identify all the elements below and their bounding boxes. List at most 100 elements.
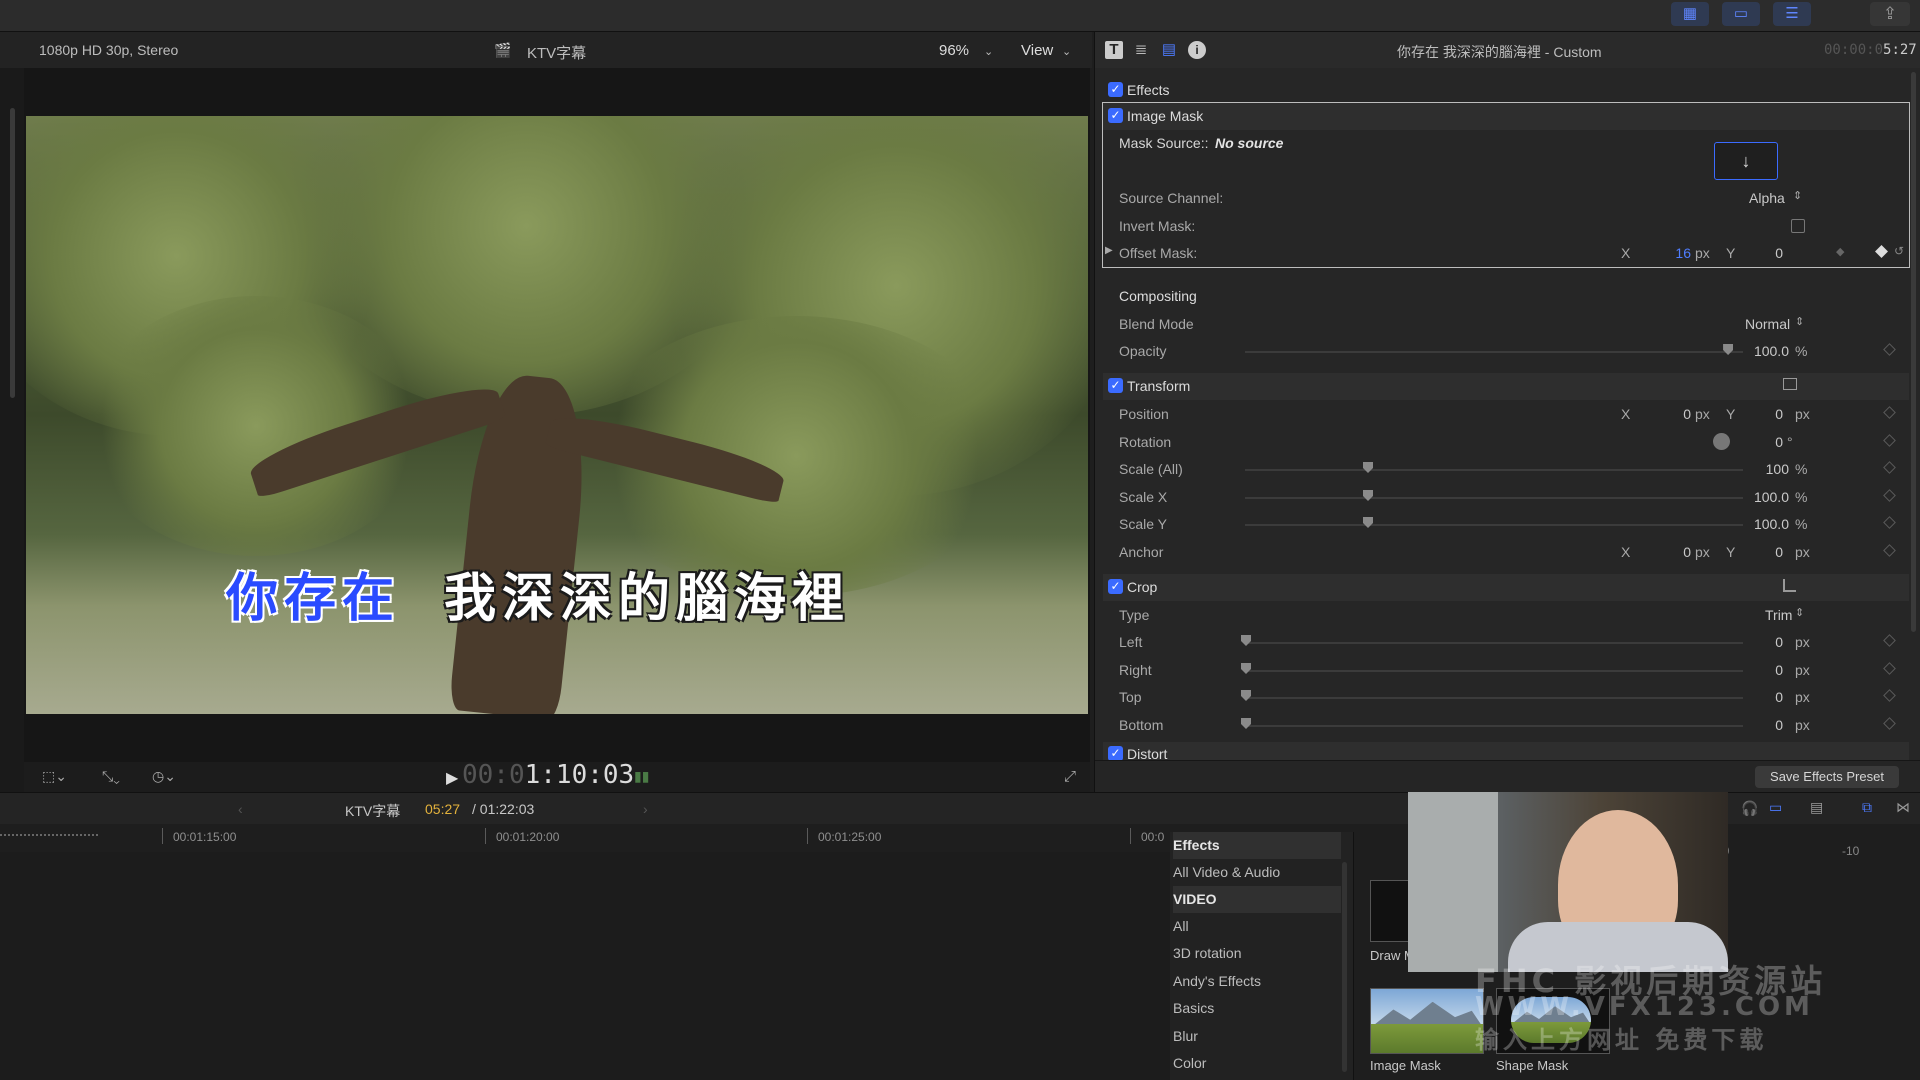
keyframe-icon[interactable] — [1883, 489, 1896, 502]
speed-icon[interactable]: ◷⌄ — [152, 768, 176, 785]
distort-checkbox[interactable]: ✓ — [1108, 746, 1123, 760]
browser-layout-icon[interactable]: ▦ — [1671, 2, 1709, 26]
crop-bottom-value[interactable]: 0 — [1753, 717, 1783, 733]
inspector-scrollbar[interactable] — [1911, 72, 1916, 632]
position-y-field[interactable]: 0 — [1753, 406, 1783, 422]
crop-right-knob[interactable] — [1241, 663, 1251, 674]
popup-stepper-icon[interactable]: ⇕ — [1795, 315, 1804, 328]
crop-onscreen-icon[interactable] — [1783, 579, 1796, 592]
text-tab-icon[interactable]: T — [1105, 41, 1123, 59]
effects-browser-icon[interactable]: ⧉ — [1862, 799, 1872, 816]
transitions-icon[interactable]: ⋈ — [1896, 799, 1910, 816]
clip-appearance-icon[interactable]: ▭ — [1769, 799, 1782, 816]
disclosure-triangle-icon[interactable]: ▶ — [1105, 245, 1113, 256]
scale-all-slider[interactable] — [1245, 469, 1743, 471]
anchor-y-field[interactable]: 0 — [1753, 544, 1783, 560]
video-frame[interactable]: 你存在 我深深的腦海裡 — [26, 116, 1088, 714]
scale-x-value[interactable]: 100.0 — [1743, 489, 1789, 505]
timeline-ruler[interactable]: 00:01:15:00 00:01:20:00 00:01:25:00 00:0 — [0, 824, 1170, 852]
keyframe-icon[interactable] — [1875, 245, 1888, 258]
image-mask-checkbox[interactable]: ✓ — [1108, 108, 1123, 123]
forward-arrow-icon[interactable]: › — [643, 801, 648, 817]
crop-right-value[interactable]: 0 — [1753, 662, 1783, 678]
transform-checkbox[interactable]: ✓ — [1108, 378, 1123, 393]
category-all-video-audio[interactable]: All Video & Audio — [1173, 859, 1341, 886]
category-all[interactable]: All — [1173, 913, 1341, 940]
scale-x-knob[interactable] — [1363, 490, 1373, 501]
crop-left-value[interactable]: 0 — [1753, 634, 1783, 650]
category-basics[interactable]: Basics — [1173, 995, 1341, 1022]
fullscreen-icon[interactable]: ⤢ — [1064, 768, 1076, 785]
scale-x-slider[interactable] — [1245, 497, 1743, 499]
save-effects-preset-button[interactable]: Save Effects Preset — [1755, 766, 1899, 788]
scale-y-knob[interactable] — [1363, 517, 1373, 528]
timeline-layout-icon[interactable]: ▭ — [1722, 2, 1760, 26]
crop-checkbox[interactable]: ✓ — [1108, 579, 1123, 594]
category-andys-effects[interactable]: Andy's Effects — [1173, 968, 1341, 995]
scale-y-slider[interactable] — [1245, 524, 1743, 526]
effect-thumb-image-mask[interactable] — [1370, 988, 1484, 1054]
rotation-dial-icon[interactable] — [1713, 433, 1730, 450]
scale-all-value[interactable]: 100 — [1743, 461, 1789, 477]
back-arrow-icon[interactable]: ‹ — [238, 801, 243, 817]
crop-bottom-slider[interactable] — [1245, 725, 1743, 727]
category-effects[interactable]: Effects — [1173, 832, 1341, 859]
crop-left-knob[interactable] — [1241, 635, 1251, 646]
keyframe-icon[interactable] — [1883, 343, 1896, 356]
keyframe-icon[interactable] — [1883, 717, 1896, 730]
crop-right-slider[interactable] — [1245, 670, 1743, 672]
chevron-down-icon[interactable]: ⌄ — [1062, 45, 1071, 58]
effect-thumb-draw-mask[interactable] — [1370, 880, 1410, 942]
category-scrollbar[interactable] — [1342, 862, 1347, 1072]
crop-type-popup[interactable]: Trim — [1765, 607, 1792, 623]
opacity-value[interactable]: 100.0 — [1743, 343, 1789, 359]
opacity-slider[interactable] — [1245, 351, 1743, 353]
keyframe-icon[interactable] — [1883, 406, 1896, 419]
effects-checkbox[interactable]: ✓ — [1108, 82, 1123, 97]
play-icon[interactable]: ▶ — [446, 768, 458, 788]
mask-source-well[interactable]: ↓ — [1714, 142, 1778, 180]
anchor-x-field[interactable]: 0 — [1659, 544, 1691, 560]
reset-icon[interactable]: ↺ — [1894, 244, 1904, 258]
category-blur[interactable]: Blur — [1173, 1023, 1341, 1050]
offset-y-field[interactable]: 0 — [1753, 245, 1783, 261]
scale-all-knob[interactable] — [1363, 462, 1373, 473]
category-3d-rotation[interactable]: 3D rotation — [1173, 940, 1341, 967]
share-icon[interactable]: ⇪ — [1870, 2, 1910, 26]
keyframe-icon[interactable] — [1883, 434, 1896, 447]
keyframe-icon[interactable] — [1883, 544, 1896, 557]
keyframe-icon[interactable] — [1883, 689, 1896, 702]
timeline-index-icon[interactable]: ▤ — [1810, 799, 1823, 816]
offset-x-field[interactable]: 16 — [1659, 245, 1691, 261]
invert-mask-checkbox[interactable] — [1791, 219, 1805, 233]
crop-top-knob[interactable] — [1241, 690, 1251, 701]
crop-top-slider[interactable] — [1245, 697, 1743, 699]
keyframe-icon[interactable] — [1883, 662, 1896, 675]
source-channel-popup[interactable]: Alpha — [1749, 190, 1785, 206]
inspector-layout-icon[interactable]: ☰ — [1773, 2, 1811, 26]
keyframe-nav-icon[interactable]: ◆ — [1836, 245, 1844, 258]
video-tab-icon[interactable]: ▤ — [1160, 41, 1178, 59]
popup-stepper-icon[interactable]: ⇕ — [1795, 606, 1804, 619]
scrollbar[interactable] — [10, 108, 15, 398]
category-video[interactable]: VIDEO — [1173, 886, 1341, 913]
position-x-field[interactable]: 0 — [1659, 406, 1691, 422]
keyframe-icon[interactable] — [1883, 634, 1896, 647]
transform-onscreen-icon[interactable] — [1783, 378, 1797, 390]
scale-y-value[interactable]: 100.0 — [1743, 516, 1789, 532]
transform-tool-icon[interactable]: ⬚⌄ — [42, 768, 67, 785]
headphones-icon[interactable]: 🎧 — [1741, 800, 1758, 817]
select-tool-icon[interactable]: ⤡⌄ — [102, 768, 120, 785]
zoom-menu[interactable]: 96% — [939, 42, 969, 59]
chevron-down-icon[interactable]: ⌄ — [984, 45, 993, 58]
category-color[interactable]: Color — [1173, 1050, 1341, 1077]
crop-bottom-knob[interactable] — [1241, 718, 1251, 729]
rotation-field[interactable]: 0 — [1753, 434, 1783, 450]
timeline-tracks[interactable] — [0, 852, 1170, 1080]
popup-stepper-icon[interactable]: ⇕ — [1793, 189, 1802, 202]
blend-mode-popup[interactable]: Normal — [1745, 316, 1790, 332]
title-tab-icon[interactable]: ≣ — [1132, 41, 1150, 59]
crop-left-slider[interactable] — [1245, 642, 1743, 644]
info-tab-icon[interactable]: i — [1188, 41, 1206, 59]
keyframe-icon[interactable] — [1883, 461, 1896, 474]
